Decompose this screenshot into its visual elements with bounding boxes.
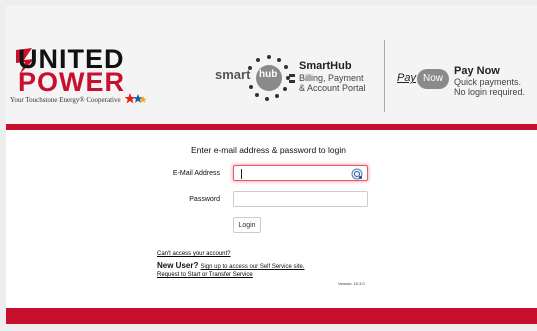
smarthub-title: SmartHub bbox=[299, 60, 352, 72]
pay-now-logo-pay: Pay bbox=[397, 72, 416, 84]
password-field[interactable] bbox=[233, 191, 368, 207]
smarthub-logo[interactable]: smart hub SmartHub Billing, Payment & Ac… bbox=[215, 53, 375, 103]
text-caret bbox=[241, 169, 242, 179]
pay-now-logo: Pay Now bbox=[397, 69, 449, 91]
sign-up-link[interactable]: Sign up to access our Self Service site. bbox=[200, 264, 304, 270]
pay-now-subtitle: Quick payments. No login required. bbox=[454, 77, 537, 97]
smarthub-subtitle-line2: & Account Portal bbox=[299, 83, 366, 93]
brand-name-power: POWER bbox=[18, 67, 126, 97]
email-field[interactable] bbox=[233, 165, 368, 181]
cant-access-link[interactable]: Can't access your account? bbox=[157, 251, 231, 257]
login-button[interactable]: Login bbox=[233, 217, 261, 233]
pay-now-title: Pay Now bbox=[454, 65, 500, 77]
brand-tagline: Your Touchstone Energy® Cooperative bbox=[10, 96, 121, 104]
pay-now-subtitle-line1: Quick payments. bbox=[454, 77, 522, 87]
new-user-row: New User? Sign up to access our Self Ser… bbox=[157, 261, 305, 270]
new-user-label: New User? bbox=[157, 261, 199, 270]
touchstone-energy-logo bbox=[125, 93, 147, 104]
version-text: Version: 10.3.0 bbox=[338, 281, 365, 286]
header-divider bbox=[384, 40, 385, 112]
smarthub-subtitle: Billing, Payment & Account Portal bbox=[299, 73, 379, 93]
pay-now-logo-now: Now bbox=[417, 69, 449, 89]
login-heading: Enter e-mail address & password to login bbox=[191, 145, 346, 155]
email-label: E-Mail Address bbox=[172, 170, 220, 177]
request-service-link[interactable]: Request to Start or Transfer Service bbox=[157, 272, 253, 278]
password-label: Password bbox=[189, 196, 220, 203]
smarthub-subtitle-line1: Billing, Payment bbox=[299, 73, 364, 83]
password-manager-icon[interactable] bbox=[351, 168, 363, 180]
pay-now-subtitle-line2: No login required. bbox=[454, 87, 526, 97]
united-power-logo[interactable]: UNITED POWER Your Touchstone Energy® Coo… bbox=[10, 46, 160, 118]
footer-red-bar bbox=[6, 308, 537, 324]
login-panel bbox=[6, 130, 537, 308]
smarthub-hub-text: hub bbox=[259, 69, 278, 80]
